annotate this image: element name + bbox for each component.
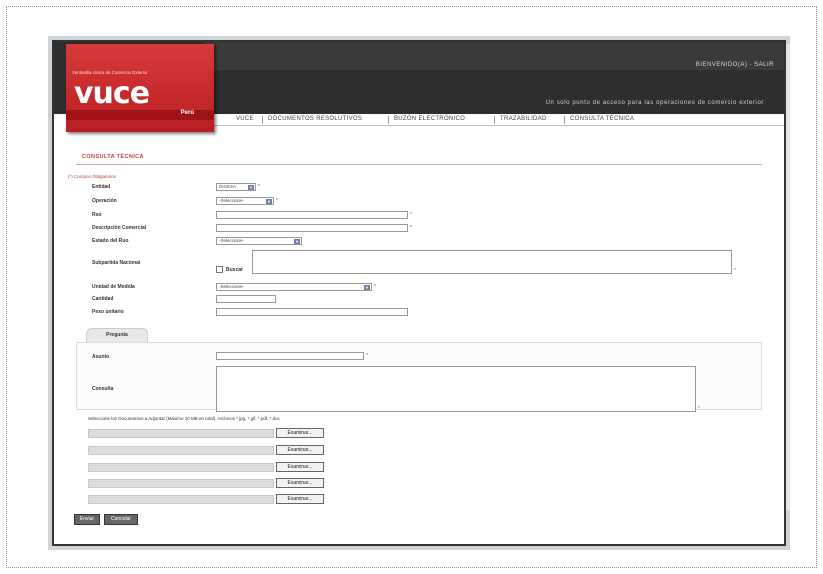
file-path-field[interactable] <box>88 495 274 504</box>
nav-separator <box>262 116 263 124</box>
subpartida-label: Subpartida Nacional <box>92 260 141 266</box>
nav-separator <box>388 116 389 124</box>
nav-item-consulta[interactable]: CONSULTA TÉCNICA <box>570 116 634 122</box>
tab-pregunta[interactable]: Pregunta <box>86 328 148 342</box>
cantidad-label: Cantidad <box>92 296 114 302</box>
send-button[interactable]: Enviar <box>74 514 100 525</box>
chevron-down-icon: ▼ <box>294 239 300 244</box>
chevron-down-icon: ▼ <box>266 199 272 204</box>
vuce-logo[interactable]: Ventanilla Única de Comercio Exterior vu… <box>66 44 214 132</box>
page-title: CONSULTA TÉCNICA <box>82 154 144 160</box>
nav-item-documentos[interactable]: DOCUMENTOS RESOLUTIVOS <box>268 116 362 122</box>
required-marker: * <box>258 184 260 190</box>
right-strip <box>786 44 790 510</box>
nav-separator <box>564 116 565 124</box>
nav-item-vuce[interactable]: VUCE <box>236 116 254 122</box>
entidad-label: Entidad <box>92 184 111 190</box>
browse-button[interactable]: Examinar... <box>276 494 324 504</box>
nav-item-trazabilidad[interactable]: TRAZABILIDAD <box>500 116 547 122</box>
user-links[interactable]: BIENVENIDO(A) · SALIR <box>696 62 774 68</box>
operacion-select[interactable]: -Seleccione- ▼ <box>216 197 274 205</box>
cancel-button[interactable]: Cancelar <box>104 514 138 525</box>
buscar-label: Buscar <box>226 267 243 273</box>
asunto-input[interactable] <box>216 352 364 360</box>
required-marker: * <box>734 268 736 274</box>
rso-input[interactable] <box>216 211 408 219</box>
required-marker: * <box>366 353 368 359</box>
required-marker: * <box>374 284 376 290</box>
operacion-value: -Seleccione- <box>219 198 245 203</box>
unidad-value: -Seleccione- <box>219 284 245 289</box>
attach-hint: Seleccione los Documentos a Adjuntar (Má… <box>88 416 280 421</box>
cantidad-input[interactable] <box>216 295 276 303</box>
buscar-checkbox[interactable] <box>216 266 223 273</box>
nav-item-buzon[interactable]: BUZÓN ELECTRÓNICO <box>394 116 465 122</box>
operacion-label: Operación <box>92 198 117 204</box>
logo-wordmark: vuce <box>74 76 150 111</box>
logo-subtitle: Perú <box>180 110 194 116</box>
logo-tagline: Ventanilla Única de Comercio Exterior <box>72 70 148 75</box>
peso-label: Peso unitario <box>92 309 124 315</box>
browse-button[interactable]: Examinar... <box>276 478 324 488</box>
title-divider <box>76 164 762 165</box>
required-marker: * <box>698 406 700 412</box>
browse-button[interactable]: Examinar... <box>276 462 324 472</box>
main-nav: VUCE DOCUMENTOS RESOLUTIVOS BUZÓN ELECTR… <box>204 114 784 126</box>
subpartida-textarea[interactable] <box>252 250 732 274</box>
required-marker: * <box>410 225 412 231</box>
asunto-label: Asunto <box>92 354 110 360</box>
browser-window: BIENVENIDO(A) · SALIR Un solo punto de a… <box>52 40 786 546</box>
entidad-select[interactable]: DIGESA ▼ <box>216 183 256 191</box>
chevron-down-icon: ▼ <box>364 285 370 290</box>
file-path-field[interactable] <box>88 446 274 455</box>
estado-label: Estado del Ruo <box>92 238 129 244</box>
descripcion-input[interactable] <box>216 224 408 232</box>
site-tagline: Un solo punto de acceso para las operaci… <box>545 100 764 106</box>
nav-separator <box>494 116 495 124</box>
file-path-field[interactable] <box>88 429 274 438</box>
file-path-field[interactable] <box>88 479 274 488</box>
unidad-label: Unidad de Medida <box>92 284 135 290</box>
unidad-select[interactable]: -Seleccione- ▼ <box>216 283 372 291</box>
file-path-field[interactable] <box>88 463 274 472</box>
required-marker: * <box>276 198 278 204</box>
peso-input[interactable] <box>216 308 408 316</box>
estado-value: -Seleccione- <box>219 238 245 243</box>
chevron-down-icon: ▼ <box>248 185 254 190</box>
consulta-textarea[interactable] <box>216 366 696 412</box>
required-legend: (*) Campos Obligatorios <box>68 174 117 179</box>
entidad-value: DIGESA <box>219 184 237 189</box>
rso-label: Rso <box>92 212 102 218</box>
browse-button[interactable]: Examinar... <box>276 428 324 438</box>
consulta-label: Consulta <box>92 386 114 392</box>
descripcion-label: Descripción Comercial <box>92 225 147 231</box>
browse-button[interactable]: Examinar... <box>276 445 324 455</box>
estado-select[interactable]: -Seleccione- ▼ <box>216 237 302 245</box>
required-marker: * <box>410 212 412 218</box>
